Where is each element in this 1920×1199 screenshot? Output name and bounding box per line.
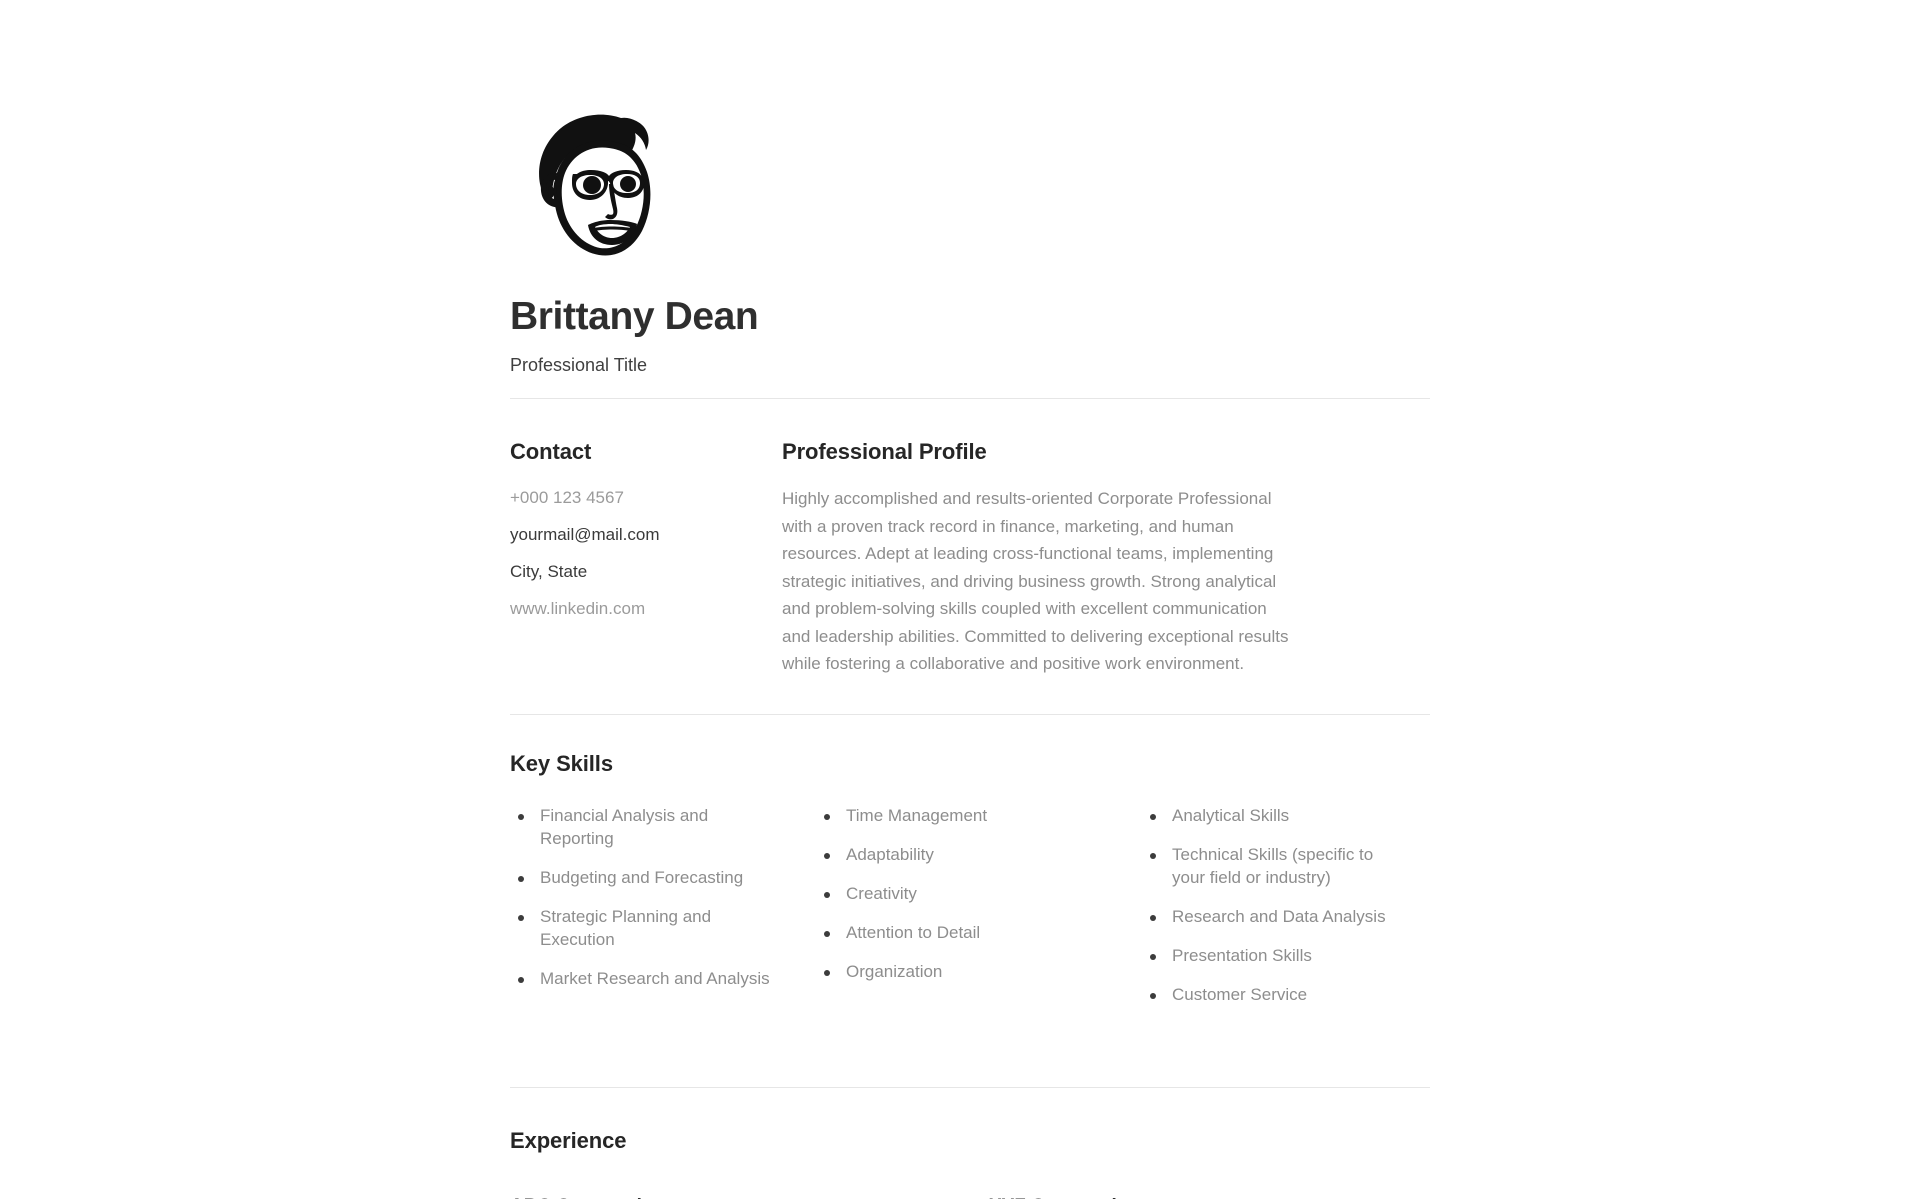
experience-heading: Experience xyxy=(510,1128,627,1154)
resume-header: Brittany Dean Professional Title xyxy=(510,0,1430,376)
key-skills-section: Key Skills Financial Analysis and Report… xyxy=(510,715,1430,1057)
skills-columns: Financial Analysis and Reporting Budgeti… xyxy=(510,805,1430,1057)
contact-profile-section: Contact +000 123 4567 yourmail@mail.com … xyxy=(510,399,1430,678)
resume-document: Brittany Dean Professional Title Contact… xyxy=(510,0,1430,1199)
skills-list-2: Time Management Adaptability Creativity … xyxy=(816,805,1080,984)
contact-location: City, State xyxy=(510,562,588,582)
contact-email[interactable]: yourmail@mail.com xyxy=(510,524,782,547)
contact-phone[interactable]: +000 123 4567 xyxy=(510,487,782,510)
profile-column: Professional Profile Highly accomplished… xyxy=(782,439,1430,678)
skills-list-3: Analytical Skills Technical Skills (spec… xyxy=(1142,805,1406,1007)
resume-page: Brittany Dean Professional Title Contact… xyxy=(0,0,1920,1199)
profile-body: Highly accomplished and results-oriented… xyxy=(782,489,1289,674)
skills-list-1: Financial Analysis and Reporting Budgeti… xyxy=(510,805,774,991)
skills-column-3: Analytical Skills Technical Skills (spec… xyxy=(1104,805,1430,1023)
skills-heading: Key Skills xyxy=(510,751,613,776)
list-item: Customer Service xyxy=(1142,984,1406,1007)
list-item: Budgeting and Forecasting xyxy=(510,867,774,890)
contact-column: Contact +000 123 4567 yourmail@mail.com … xyxy=(510,439,782,678)
contact-website[interactable]: www.linkedin.com xyxy=(510,598,782,621)
list-item: Research and Data Analysis xyxy=(1142,906,1406,929)
avatar-illustration xyxy=(539,114,651,256)
list-item: Presentation Skills xyxy=(1142,945,1406,968)
list-item: Organization xyxy=(816,961,1080,984)
list-item: Creativity xyxy=(816,883,1080,906)
list-item: Strategic Planning and Execution xyxy=(510,906,774,952)
profile-heading: Professional Profile xyxy=(782,438,987,464)
list-item: Attention to Detail xyxy=(816,922,1080,945)
list-item: Analytical Skills xyxy=(1142,805,1406,828)
experience-section: Experience ABC Corporation XYZ Corporati… xyxy=(510,1088,1430,1199)
page-title: Brittany Dean xyxy=(510,295,759,338)
list-item: Time Management xyxy=(816,805,1080,828)
contact-heading: Contact xyxy=(510,438,592,464)
list-item: Adaptability xyxy=(816,844,1080,867)
list-item: Market Research and Analysis xyxy=(510,968,774,991)
skills-column-1: Financial Analysis and Reporting Budgeti… xyxy=(510,805,798,1023)
list-item: Financial Analysis and Reporting xyxy=(510,805,774,851)
list-item: Technical Skills (specific to your field… xyxy=(1142,844,1406,890)
professional-title: Professional Title xyxy=(510,354,648,375)
skills-column-2: Time Management Adaptability Creativity … xyxy=(798,805,1104,1023)
contact-list: +000 123 4567 yourmail@mail.com City, St… xyxy=(510,487,782,621)
